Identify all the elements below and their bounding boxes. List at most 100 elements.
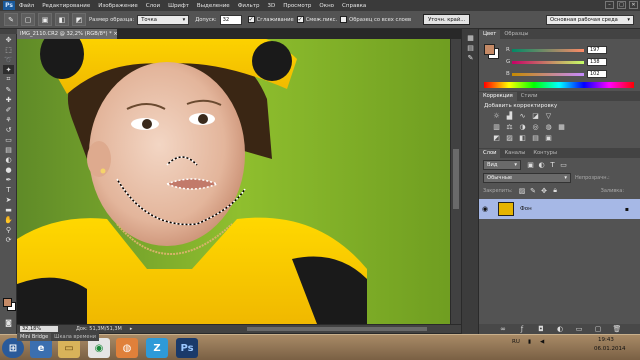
start-button[interactable]: ⊞ [2, 338, 24, 358]
rotate-view-icon[interactable]: ⟳ [3, 235, 14, 244]
photoshop-taskbar-icon[interactable]: Ps [176, 338, 198, 358]
close-icon[interactable]: × [113, 31, 117, 37]
channel-mixer-icon[interactable]: ◍ [543, 122, 554, 131]
mask-icon[interactable]: ◘ [536, 325, 547, 334]
blur-tool-icon[interactable]: ◐ [3, 155, 14, 164]
tab-paths[interactable]: Контуры [529, 149, 561, 158]
explorer-icon[interactable]: ▭ [58, 338, 80, 358]
app-z-icon[interactable]: Z [146, 338, 168, 358]
marquee-tool-icon[interactable]: ⬚ [3, 45, 14, 54]
hand-tool-icon[interactable]: ✋ [3, 215, 14, 224]
volume-icon[interactable]: ◀ [540, 339, 544, 345]
document-tab[interactable]: IMG_2110.CR2 @ 32,2% (RGB/8*) * × [17, 29, 118, 39]
antialias-checkbox[interactable]: ✓ [247, 16, 255, 23]
minimize-icon[interactable]: – [605, 1, 614, 9]
filter-pixel-icon[interactable]: ▣ [525, 161, 536, 170]
contiguous-checkbox[interactable]: ✓ [296, 16, 304, 23]
history-brush-tool-icon[interactable]: ↺ [3, 125, 14, 134]
menu-3d[interactable]: 3D [267, 3, 275, 9]
menu-select[interactable]: Выделение [197, 3, 230, 9]
subtract-selection-icon[interactable]: ◧ [55, 13, 69, 26]
invert-icon[interactable]: ◩ [491, 133, 502, 142]
zoom-level[interactable]: 32,18% [20, 326, 58, 332]
tab-swatches[interactable]: Образцы [500, 30, 532, 39]
menu-layers[interactable]: Слои [146, 3, 160, 9]
tab-styles[interactable]: Стили [517, 92, 542, 101]
layer-name[interactable]: Фон [520, 206, 532, 212]
maximize-icon[interactable]: □ [617, 1, 626, 9]
selective-color-icon[interactable]: ▣ [543, 133, 554, 142]
photo-filter-icon[interactable]: ◎ [530, 122, 541, 131]
move-tool-icon[interactable]: ✥ [3, 35, 14, 44]
red-value[interactable]: 197 [587, 46, 607, 54]
brush-presets-icon[interactable]: ✎ [465, 53, 476, 62]
scroll-thumb[interactable] [453, 149, 459, 209]
foreground-color-swatch[interactable] [3, 298, 12, 307]
tab-layers[interactable]: Слои [479, 149, 501, 158]
tab-channels[interactable]: Каналы [500, 149, 529, 158]
curves-icon[interactable]: ∿ [517, 111, 528, 120]
tolerance-input[interactable]: 32 [219, 14, 242, 25]
green-value[interactable]: 138 [587, 58, 607, 66]
green-slider[interactable] [512, 60, 584, 64]
eyedropper-icon[interactable]: ✎ [4, 13, 18, 26]
intersect-selection-icon[interactable]: ◩ [72, 13, 86, 26]
blue-value[interactable]: 102 [587, 70, 607, 78]
history-icon[interactable]: ▦ [465, 33, 476, 42]
language-indicator[interactable]: RU [512, 339, 520, 345]
link-icon[interactable]: ∞ [498, 325, 509, 334]
vibrance-icon[interactable]: ▽ [543, 111, 554, 120]
black-white-icon[interactable]: ◑ [517, 122, 528, 131]
clock-time[interactable]: 19:43 [598, 337, 614, 343]
ie-icon[interactable]: e [30, 338, 52, 358]
gradient-tool-icon[interactable]: ▤ [3, 145, 14, 154]
red-slider[interactable] [512, 48, 584, 52]
blend-mode-select[interactable]: Обычные ▾ [483, 173, 571, 183]
folder-icon[interactable]: ▭ [574, 325, 585, 334]
crop-tool-icon[interactable]: ⌗ [3, 75, 14, 84]
shape-tool-icon[interactable]: ▬ [3, 205, 14, 214]
blue-slider[interactable] [512, 72, 584, 76]
lasso-tool-icon[interactable]: ➰ [3, 55, 14, 64]
filter-type-icon[interactable]: T [547, 161, 558, 170]
color-balance-icon[interactable]: ⚖ [504, 122, 515, 131]
fx-icon[interactable]: ƒ [517, 325, 528, 334]
threshold-icon[interactable]: ◧ [517, 133, 528, 142]
menu-edit[interactable]: Редактирование [42, 3, 90, 9]
eye-icon[interactable]: ◉ [482, 205, 494, 213]
layer-row[interactable]: ◉ Фон ▪ [479, 199, 640, 219]
brightness-icon[interactable]: ☼ [491, 111, 502, 120]
gradient-map-icon[interactable]: ▤ [530, 133, 541, 142]
tab-color[interactable]: Цвет [479, 30, 501, 39]
menu-file[interactable]: Файл [19, 3, 34, 9]
foreground-color-swatch[interactable] [484, 44, 495, 55]
lock-paint-icon[interactable]: ✎ [528, 186, 539, 195]
brush-tool-icon[interactable]: ✐ [3, 105, 14, 114]
properties-icon[interactable]: ▤ [465, 43, 476, 52]
network-icon[interactable]: ▮ [528, 339, 531, 345]
eraser-tool-icon[interactable]: ▭ [3, 135, 14, 144]
menu-window[interactable]: Окно [319, 3, 334, 9]
eyedropper-tool-icon[interactable]: ✎ [3, 85, 14, 94]
trash-icon[interactable]: 🗑︎ [612, 325, 623, 334]
menu-filter[interactable]: Фильтр [238, 3, 260, 9]
sample-size-select[interactable]: Точка ▾ [137, 14, 190, 25]
workspace-select[interactable]: Основная рабочая среда ▾ [546, 14, 634, 25]
color-spectrum[interactable] [484, 82, 634, 88]
hue-saturation-icon[interactable]: ▥ [491, 122, 502, 131]
lock-position-icon[interactable]: ✥ [539, 186, 550, 195]
type-tool-icon[interactable]: T [3, 185, 14, 194]
posterize-icon[interactable]: ▨ [504, 133, 515, 142]
tab-mini-bridge[interactable]: Mini Bridge [17, 333, 52, 341]
pen-tool-icon[interactable]: ✒ [3, 175, 14, 184]
healing-tool-icon[interactable]: ✚ [3, 95, 14, 104]
magic-wand-tool-icon[interactable]: ✦ [3, 65, 14, 74]
menu-image[interactable]: Изображение [98, 3, 138, 9]
firefox-icon[interactable]: ◍ [116, 338, 138, 358]
filter-shape-icon[interactable]: ▭ [558, 161, 569, 170]
add-selection-icon[interactable]: ▣ [38, 13, 52, 26]
sample-all-checkbox[interactable] [340, 16, 348, 23]
zoom-tool-icon[interactable]: ⚲ [3, 225, 14, 234]
image-canvas[interactable] [17, 39, 461, 324]
path-selection-tool-icon[interactable]: ➤ [3, 195, 14, 204]
